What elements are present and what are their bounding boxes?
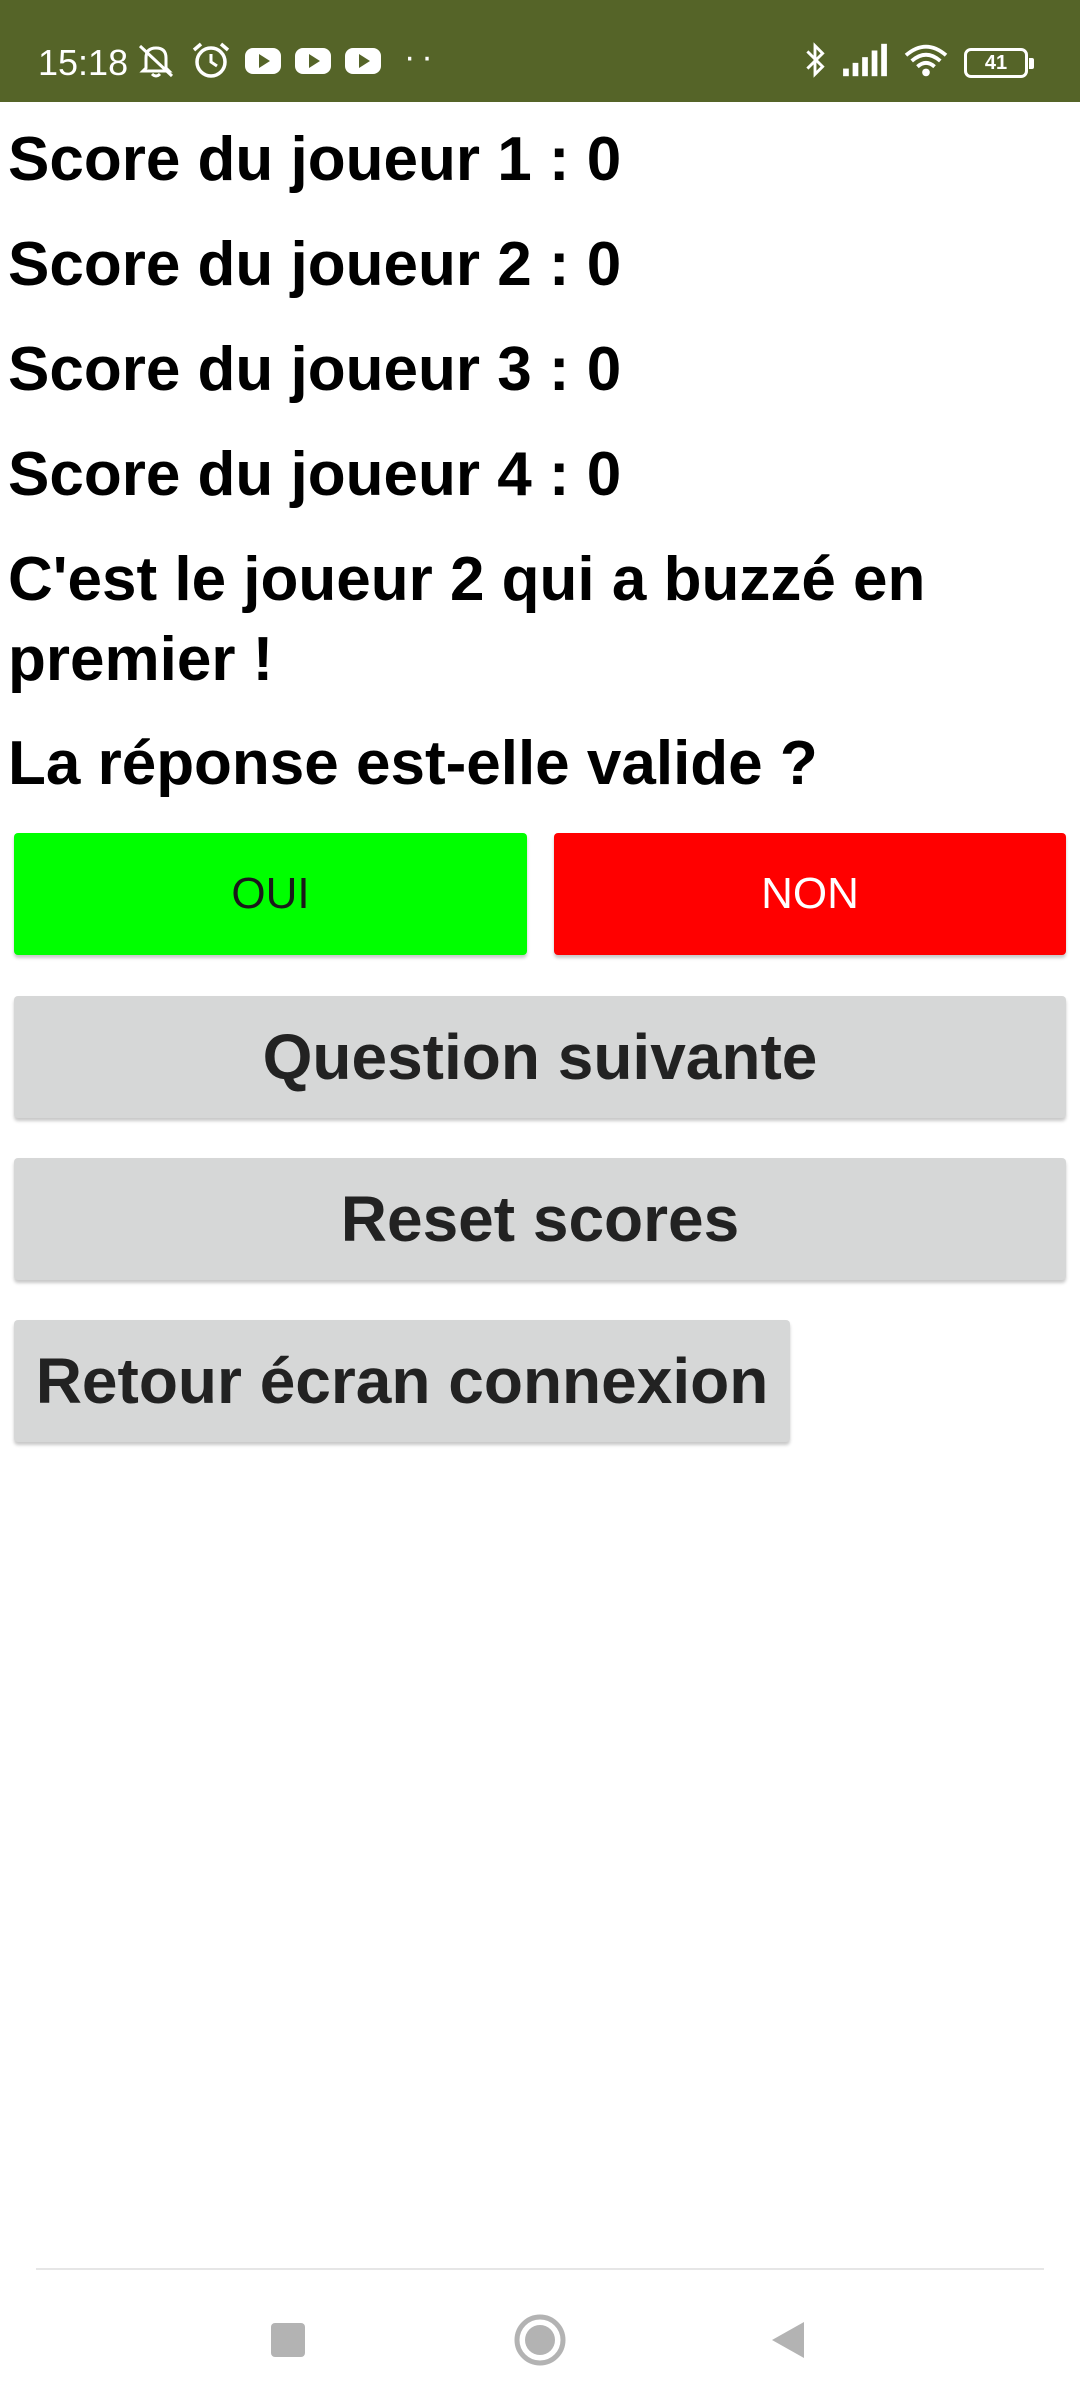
mute-notification-icon bbox=[138, 44, 174, 78]
player-4-score: Score du joueur 4 : 0 bbox=[8, 440, 622, 509]
recent-apps-button[interactable] bbox=[248, 2300, 328, 2380]
wifi-icon bbox=[904, 44, 948, 77]
youtube-icon bbox=[245, 48, 281, 74]
status-bar: 15:18 ·· 41 bbox=[0, 0, 1080, 102]
battery-icon: 41 bbox=[964, 48, 1034, 78]
battery-level: 41 bbox=[984, 52, 1008, 74]
buzz-message: C'est le joueur 2 qui a buzzé en premier… bbox=[8, 545, 926, 694]
back-to-login-button[interactable]: Retour écran connexion bbox=[14, 1320, 790, 1442]
reset-scores-button[interactable]: Reset scores bbox=[14, 1158, 1066, 1280]
player-3-score: Score du joueur 3 : 0 bbox=[8, 335, 622, 404]
youtube-icon bbox=[345, 48, 381, 74]
validity-question: La réponse est-elle valide ? bbox=[8, 729, 818, 798]
non-button[interactable]: NON bbox=[554, 833, 1066, 955]
oui-button[interactable]: OUI bbox=[14, 833, 527, 955]
signal-icon bbox=[843, 43, 887, 77]
youtube-icon bbox=[295, 48, 331, 74]
status-time: 15:18 bbox=[38, 42, 129, 83]
player-2-score: Score du joueur 2 : 0 bbox=[8, 230, 622, 299]
back-icon bbox=[772, 2322, 804, 2358]
next-question-button[interactable]: Question suivante bbox=[14, 996, 1066, 1118]
alarm-icon bbox=[192, 42, 230, 78]
home-button[interactable] bbox=[500, 2300, 580, 2380]
player-1-score: Score du joueur 1 : 0 bbox=[8, 125, 622, 194]
bluetooth-icon bbox=[806, 42, 825, 78]
more-notifications-dots: ·· bbox=[404, 38, 439, 76]
back-button[interactable] bbox=[748, 2300, 828, 2380]
home-icon bbox=[514, 2314, 566, 2366]
recent-apps-icon bbox=[271, 2323, 305, 2357]
nav-divider bbox=[36, 2268, 1044, 2270]
